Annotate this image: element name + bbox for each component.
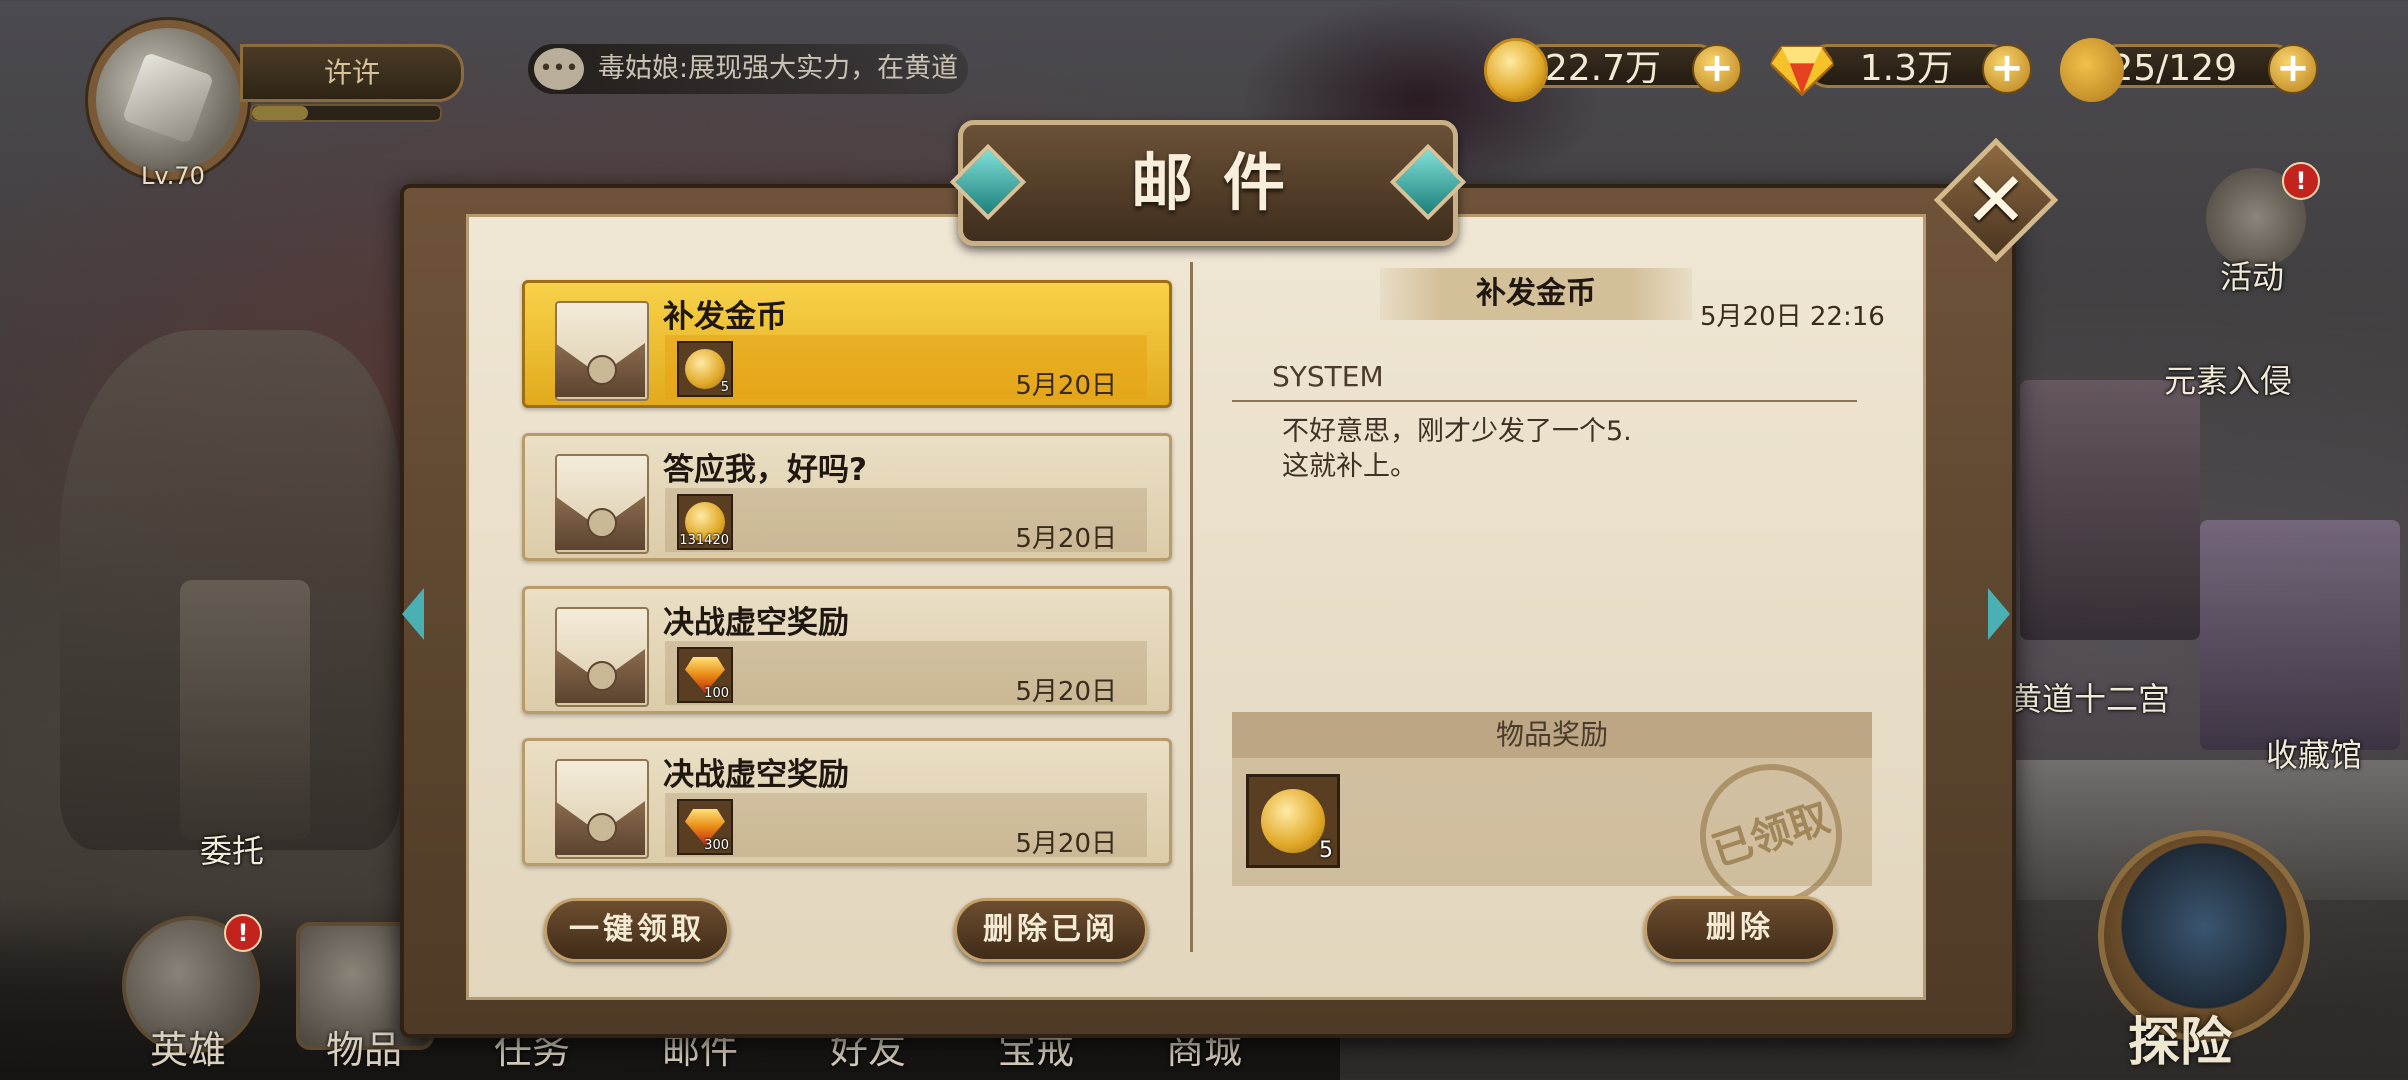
mail-reward-quantity: 300 [704,838,729,853]
mail-title: 补发金币 [663,299,787,335]
gold-coin-icon [1261,789,1325,853]
zodiac-label[interactable]: 黄道十二宫 [2010,674,2170,720]
gold-coin-icon [685,349,725,389]
scroll-left-arrow-icon [402,588,424,640]
player-name[interactable]: 许许 [240,44,464,102]
mail-dialog-title-plaque: 邮件 [949,120,1467,246]
mail-date: 5月20日 [1015,371,1117,401]
mail-reward-slot: 300 [677,799,733,855]
add-stamina-button[interactable]: + [2268,44,2318,94]
mail-reward-quantity: 131420 [679,533,729,548]
mail-detail-title: 补发金币 [1380,268,1692,320]
diamond-resource: 1.3万 + [1770,38,2032,97]
add-gold-button[interactable]: + [1692,44,1742,94]
stamina-resource: 25/129 + [2060,38,2320,102]
mail-title: 决战虚空奖励 [663,605,849,641]
claim-all-button[interactable]: 一键领取 [544,898,730,962]
hero-alert-badge: ! [224,914,262,952]
mail-reward-slot: 5 [677,341,733,397]
stamina-amount: 25/129 [2096,44,2296,89]
mail-title: 答应我，好吗? [663,452,867,488]
mail-list-item[interactable]: 补发金币 5 5月20日 [522,280,1172,408]
mail-title: 决战虚空奖励 [663,757,849,793]
reward-header: 物品奖励 [1232,712,1872,758]
player-exp-bar [250,104,442,122]
chat-message: 毒姑娘:展现强大实力，在黄道 [598,53,959,84]
reward-slot[interactable]: 5 [1246,774,1340,868]
commission-label[interactable]: 委托 [200,826,264,872]
mail-reward-slot: 131420 [677,494,733,550]
diamond-icon [1770,45,1834,97]
gold-amount: 22.7万 [1520,44,1720,89]
mail-reward-quantity: 100 [704,686,729,701]
mail-detail-body: 不好意思，刚才少发了一个5. 这就补上。 [1282,416,1632,482]
chat-bubble-icon: ••• [534,48,584,90]
mail-dialog-title: 邮件 [1130,146,1315,219]
close-x-icon: ✕ [1964,155,2028,244]
scroll-right-arrow-icon [1988,588,2010,640]
chat-ticker[interactable]: ••• 毒姑娘:展现强大实力，在黄道 [528,44,968,94]
activity-alert-badge: ! [2282,162,2320,200]
delete-button[interactable]: 删除 [1644,896,1836,962]
player-avatar[interactable] [88,20,248,180]
activity-label[interactable]: 活动 [2220,252,2284,298]
sender-divider [1232,400,1857,402]
gold-resource: 22.7万 + [1484,38,1744,102]
mail-reward-quantity: 5 [720,380,729,395]
mail-list-item[interactable]: 决战虚空奖励 100 5月20日 [522,586,1172,714]
mail-date: 5月20日 [1015,524,1117,554]
mail-list-item[interactable]: 答应我，好吗? 131420 5月20日 [522,433,1172,561]
gold-coin-icon [1484,38,1548,102]
mail-reward-slot: 100 [677,647,733,703]
element-invasion-label[interactable]: 元素入侵 [2164,356,2292,402]
add-diamond-button[interactable]: + [1982,44,2032,94]
mail-detail-datetime: 5月20日 22:16 [1700,302,1885,332]
delete-read-button[interactable]: 删除已阅 [954,898,1148,962]
explore-label[interactable]: 探险 [2128,1000,2232,1075]
mail-date: 5月20日 [1015,829,1117,859]
player-level: Lv.70 [141,162,205,190]
museum-label[interactable]: 收藏馆 [2266,730,2362,776]
mail-date: 5月20日 [1015,677,1117,707]
stamina-bread-icon [2060,38,2124,102]
nav-heroes[interactable]: 英雄 [150,1019,226,1074]
mail-detail-sender: SYSTEM [1272,360,1384,393]
mail-list-item[interactable]: 决战虚空奖励 300 5月20日 [522,738,1172,866]
nav-items[interactable]: 物品 [326,1019,402,1074]
panel-divider [1190,262,1193,952]
close-button[interactable]: ✕ [1933,137,2059,263]
reward-quantity: 5 [1319,838,1333,863]
